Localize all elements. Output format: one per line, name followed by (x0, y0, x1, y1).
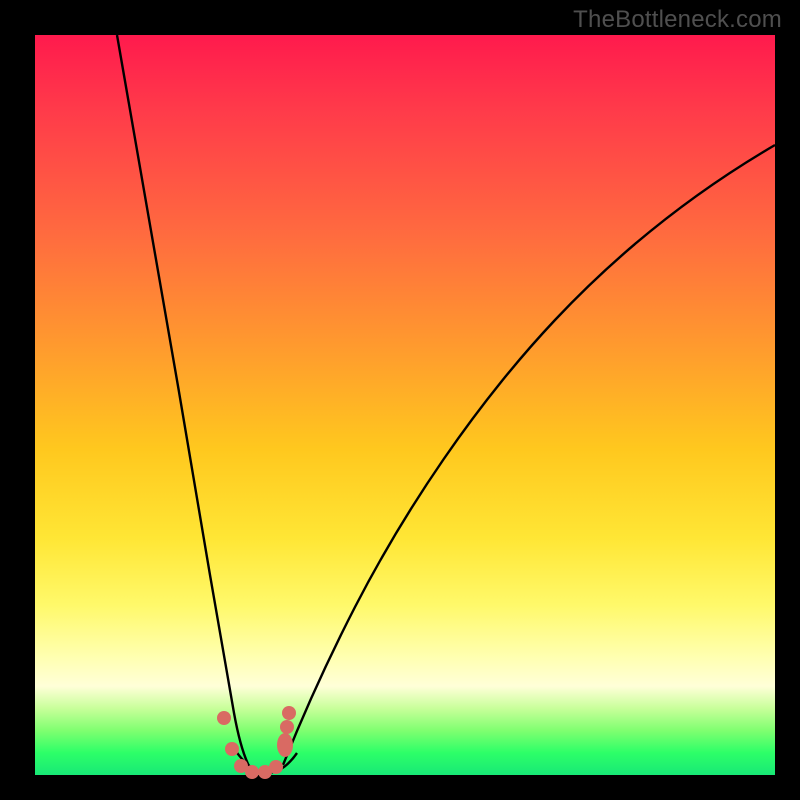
marker-dot (225, 742, 239, 756)
plot-area (35, 35, 775, 775)
curve-right-branch (283, 145, 775, 765)
bottleneck-curve (35, 35, 775, 775)
chart-frame: TheBottleneck.com (0, 0, 800, 800)
curve-left-branch (117, 35, 250, 768)
marker-dot (245, 765, 259, 779)
marker-pill (277, 733, 293, 757)
marker-dot (269, 760, 283, 774)
marker-dot (282, 706, 296, 720)
marker-dot (280, 720, 294, 734)
watermark-text: TheBottleneck.com (573, 6, 782, 34)
marker-dot (217, 711, 231, 725)
